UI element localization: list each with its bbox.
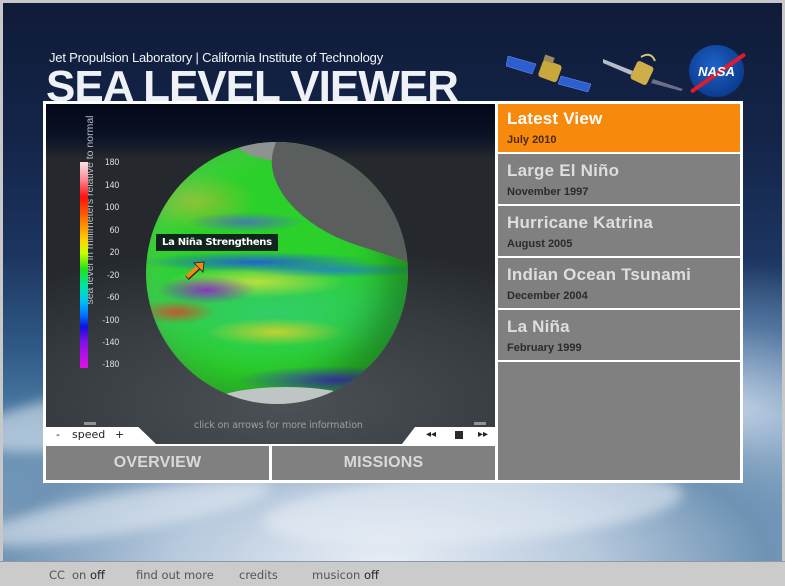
event-indian-ocean-tsunami[interactable]: Indian Ocean Tsunami December 2004 (498, 260, 740, 310)
nasa-logo-text: NASA (698, 63, 735, 79)
colorbar-tick: 140 (104, 181, 120, 191)
speed-decrease-button[interactable]: - (56, 428, 60, 441)
event-title: Hurricane Katrina (507, 213, 654, 232)
app-background: Jet Propulsion Laboratory | California I… (3, 3, 782, 561)
overview-button[interactable]: OVERVIEW (46, 446, 269, 480)
music-on-toggle[interactable]: on (346, 568, 360, 582)
colorbar-tick: 20 (109, 248, 119, 258)
playback-controls: ◂◂ ▸▸ (402, 427, 495, 444)
colorbar-tick: -140 (102, 338, 119, 348)
la-nina-callout: La Niña Strengthens (156, 234, 278, 251)
event-date: August 2005 (507, 238, 573, 250)
timeline-slider-handle[interactable] (474, 422, 486, 425)
cc-on-toggle[interactable]: on (72, 568, 86, 582)
hint-text: click on arrows for more information (194, 420, 363, 431)
satellite-topex-icon (603, 53, 683, 91)
speed-label: speed (72, 428, 106, 441)
antarctic-ice (206, 387, 366, 404)
colorbar-tick: -60 (106, 293, 119, 303)
speed-increase-button[interactable]: + (115, 428, 124, 441)
event-title: Indian Ocean Tsunami (507, 265, 692, 284)
speed-slider-handle[interactable] (84, 422, 96, 425)
event-title: Large El Niño (507, 161, 620, 180)
satellite-jason-icon (506, 54, 592, 93)
event-la-nina[interactable]: La Niña February 1999 (498, 312, 740, 362)
colorbar (80, 162, 88, 368)
main-panel: sea level in millimeters relative to nor… (43, 101, 743, 483)
event-hurricane-katrina[interactable]: Hurricane Katrina August 2005 (498, 208, 740, 258)
music-off-toggle[interactable]: off (364, 568, 379, 582)
cc-label: CC (49, 568, 66, 582)
credits-link[interactable]: credits (239, 568, 278, 582)
colorbar-tick: -100 (102, 316, 119, 326)
event-large-el-nino[interactable]: Large El Niño November 1997 (498, 156, 740, 206)
event-date: December 2004 (507, 290, 588, 302)
stop-icon (455, 431, 463, 439)
stop-button[interactable] (455, 429, 463, 439)
event-date: February 1999 (507, 342, 582, 354)
colorbar-tick: 60 (109, 226, 119, 236)
speed-control: - speed + (46, 427, 156, 444)
info-arrow-icon[interactable] (184, 260, 208, 280)
event-latest-view[interactable]: Latest View July 2010 (498, 104, 740, 154)
footer-bar: CC on off find out more credits music on… (0, 561, 785, 586)
music-label: music (312, 568, 347, 582)
colorbar-tick: 180 (104, 158, 120, 168)
colorbar-tick: -180 (102, 360, 119, 370)
event-title: La Niña (507, 317, 570, 336)
missions-button[interactable]: MISSIONS (272, 446, 495, 480)
events-list: Latest View July 2010 Large El Niño Nove… (498, 104, 740, 480)
nasa-logo: NASA (689, 45, 747, 97)
event-date: November 1997 (507, 186, 589, 198)
colorbar-tick: 100 (104, 203, 120, 213)
event-date: July 2010 (507, 134, 557, 146)
globe-viewer: sea level in millimeters relative to nor… (46, 104, 495, 444)
rewind-button[interactable]: ◂◂ (426, 429, 436, 440)
event-title: Latest View (507, 109, 603, 128)
cc-off-toggle[interactable]: off (90, 568, 105, 582)
colorbar-tick: -20 (106, 271, 119, 281)
find-out-more-link[interactable]: find out more (136, 568, 214, 582)
forward-button[interactable]: ▸▸ (478, 429, 488, 440)
